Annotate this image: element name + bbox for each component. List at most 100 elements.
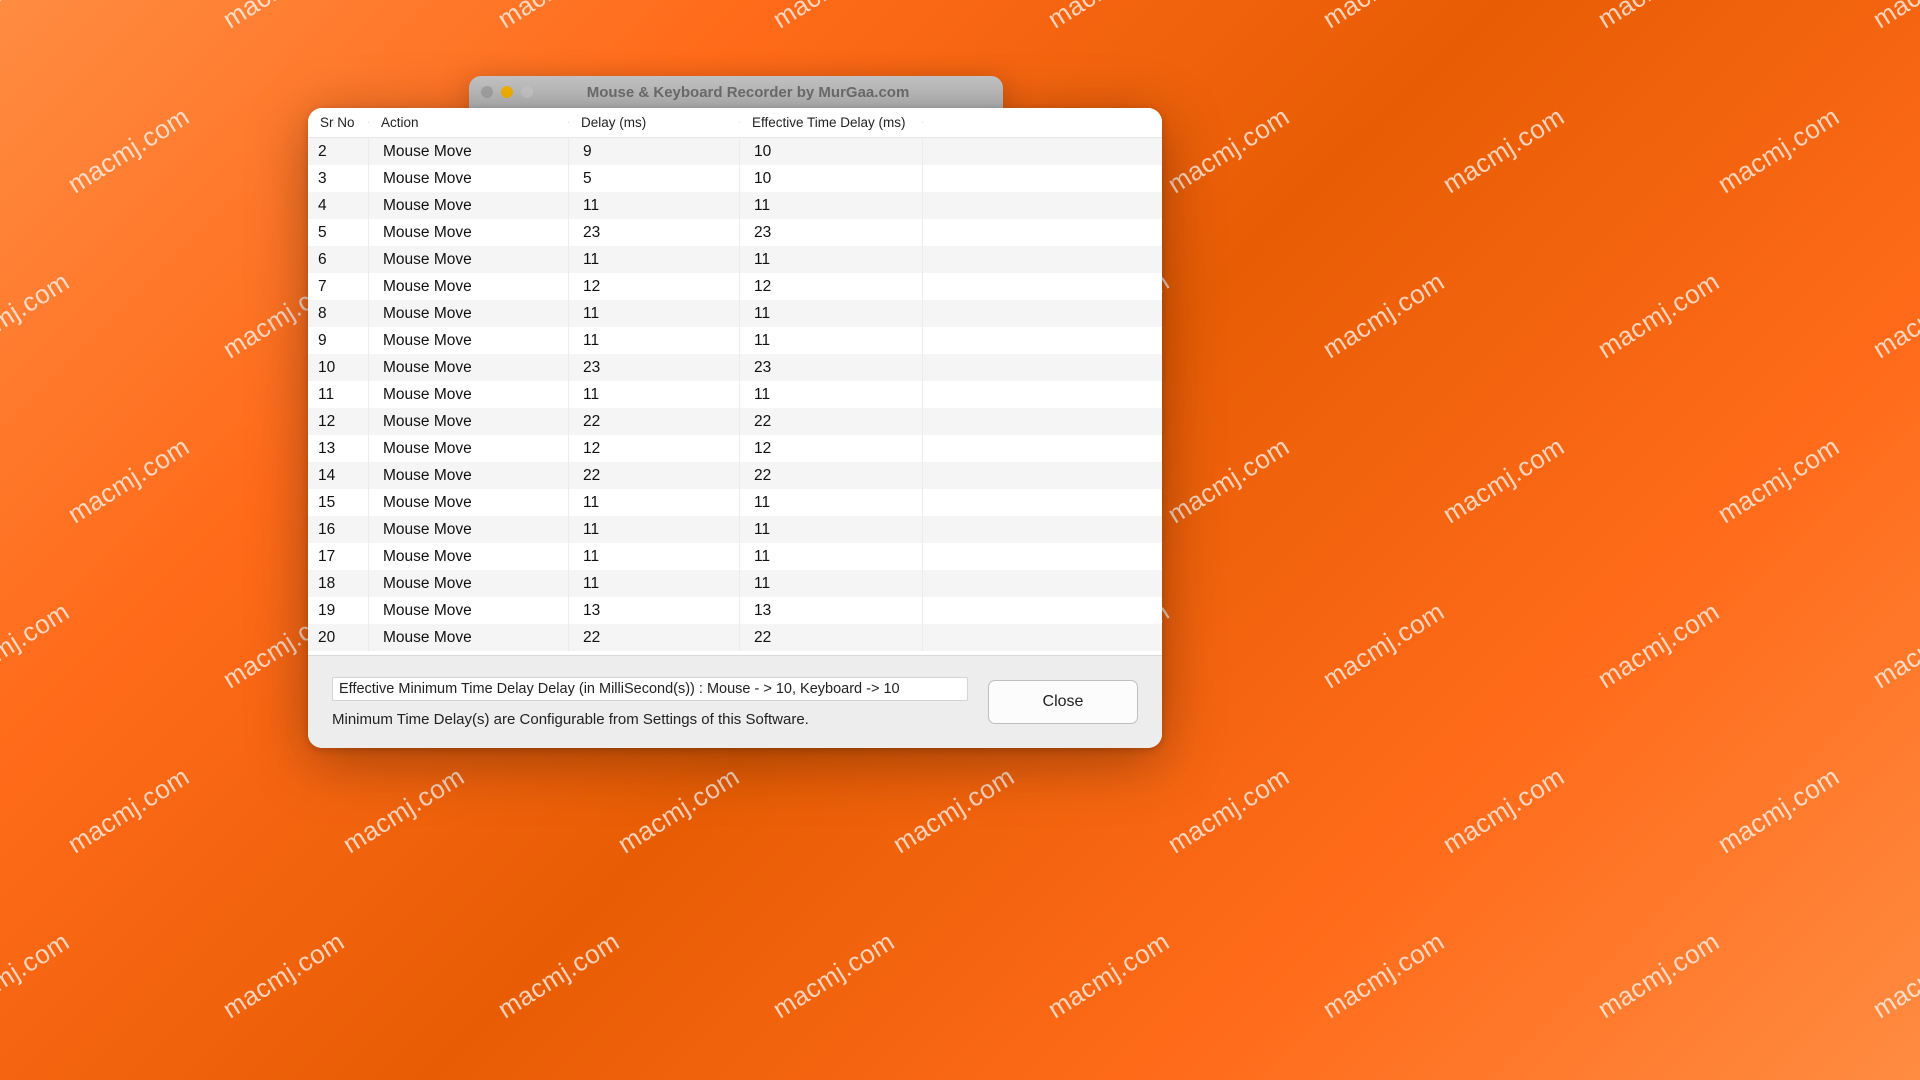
watermark-text: macmj.com (62, 431, 195, 530)
maximize-window-icon[interactable] (521, 86, 533, 98)
cell-delay: 23 (569, 219, 740, 246)
watermark-text: macmj.com (1317, 596, 1450, 695)
cell-srno: 9 (308, 327, 369, 354)
cell-action: Mouse Move (369, 570, 569, 597)
cell-empty (923, 246, 1162, 273)
table-row[interactable]: 10Mouse Move2323 (308, 354, 1162, 381)
watermark-text: macmj.com (1162, 761, 1295, 860)
watermark-text: macmj.com (1592, 266, 1725, 365)
watermark-text: macmj.com (1592, 0, 1725, 35)
cell-empty (923, 327, 1162, 354)
table-row[interactable]: 13Mouse Move1212 (308, 435, 1162, 462)
cell-action: Mouse Move (369, 300, 569, 327)
cell-action: Mouse Move (369, 138, 569, 165)
cell-effective-delay: 10 (740, 165, 923, 192)
cell-effective-delay: 22 (740, 624, 923, 651)
watermark-text: macmj.com (1042, 926, 1175, 1025)
table-row[interactable]: 8Mouse Move1111 (308, 300, 1162, 327)
column-header-delay[interactable]: Delay (ms) (569, 115, 740, 130)
cell-empty (923, 435, 1162, 462)
cell-effective-delay: 11 (740, 516, 923, 543)
table-row[interactable]: 3Mouse Move510 (308, 165, 1162, 192)
cell-action: Mouse Move (369, 462, 569, 489)
close-button[interactable]: Close (988, 680, 1138, 724)
cell-action: Mouse Move (369, 516, 569, 543)
column-header-action[interactable]: Action (369, 115, 569, 130)
cell-effective-delay: 11 (740, 543, 923, 570)
table-row[interactable]: 5Mouse Move2323 (308, 219, 1162, 246)
table-row[interactable]: 17Mouse Move1111 (308, 543, 1162, 570)
watermark-text: macmj.com (337, 761, 470, 860)
watermark-text: macmj.com (492, 0, 625, 35)
table-row[interactable]: 15Mouse Move1111 (308, 489, 1162, 516)
cell-delay: 11 (569, 489, 740, 516)
minimize-window-icon[interactable] (501, 86, 513, 98)
cell-srno: 13 (308, 435, 369, 462)
watermark-text: macmj.com (0, 266, 75, 365)
table-row[interactable]: 7Mouse Move1212 (308, 273, 1162, 300)
cell-empty (923, 516, 1162, 543)
column-header-srno[interactable]: Sr No (308, 115, 369, 130)
table-row[interactable]: 4Mouse Move1111 (308, 192, 1162, 219)
cell-srno: 12 (308, 408, 369, 435)
cell-empty (923, 543, 1162, 570)
table-row[interactable]: 20Mouse Move2222 (308, 624, 1162, 651)
watermark-text: macmj.com (1592, 596, 1725, 695)
cell-action: Mouse Move (369, 192, 569, 219)
cell-srno: 14 (308, 462, 369, 489)
cell-srno: 8 (308, 300, 369, 327)
table-row[interactable]: 16Mouse Move1111 (308, 516, 1162, 543)
cell-empty (923, 570, 1162, 597)
close-window-icon[interactable] (481, 86, 493, 98)
table-row[interactable]: 6Mouse Move1111 (308, 246, 1162, 273)
cell-delay: 22 (569, 624, 740, 651)
watermark-text: macmj.com (1712, 431, 1845, 530)
watermark-text: macmj.com (0, 0, 75, 35)
status-readout: Effective Minimum Time Delay Delay (in M… (332, 677, 968, 701)
cell-effective-delay: 11 (740, 246, 923, 273)
cell-effective-delay: 13 (740, 597, 923, 624)
cell-empty (923, 489, 1162, 516)
column-header-effective[interactable]: Effective Time Delay (ms) (740, 115, 923, 130)
recorded-actions-table: Sr No Action Delay (ms) Effective Time D… (308, 108, 1162, 655)
cell-effective-delay: 11 (740, 192, 923, 219)
cell-empty (923, 219, 1162, 246)
cell-delay: 12 (569, 435, 740, 462)
watermark-text: macmj.com (1867, 926, 1920, 1025)
watermark-text: macmj.com (767, 0, 900, 35)
watermark-text: macmj.com (1162, 101, 1295, 200)
table-row[interactable]: 9Mouse Move1111 (308, 327, 1162, 354)
cell-srno: 16 (308, 516, 369, 543)
cell-empty (923, 462, 1162, 489)
watermark-text: macmj.com (1437, 101, 1570, 200)
cell-delay: 11 (569, 381, 740, 408)
watermark-text: macmj.com (1712, 761, 1845, 860)
table-row[interactable]: 2Mouse Move910 (308, 138, 1162, 165)
cell-delay: 11 (569, 246, 740, 273)
cell-empty (923, 192, 1162, 219)
cell-action: Mouse Move (369, 624, 569, 651)
watermark-text: macmj.com (1317, 926, 1450, 1025)
table-row[interactable]: 19Mouse Move1313 (308, 597, 1162, 624)
table-row[interactable]: 18Mouse Move1111 (308, 570, 1162, 597)
cell-effective-delay: 23 (740, 219, 923, 246)
cell-srno: 15 (308, 489, 369, 516)
cell-action: Mouse Move (369, 219, 569, 246)
cell-effective-delay: 22 (740, 462, 923, 489)
watermark-text: macmj.com (1867, 596, 1920, 695)
cell-srno: 18 (308, 570, 369, 597)
cell-srno: 11 (308, 381, 369, 408)
table-row[interactable]: 11Mouse Move1111 (308, 381, 1162, 408)
table-row[interactable]: 14Mouse Move2222 (308, 462, 1162, 489)
watermark-text: macmj.com (0, 596, 75, 695)
cell-action: Mouse Move (369, 273, 569, 300)
cell-srno: 10 (308, 354, 369, 381)
watermark-text: macmj.com (767, 926, 900, 1025)
watermark-text: macmj.com (887, 761, 1020, 860)
cell-action: Mouse Move (369, 435, 569, 462)
watermark-text: macmj.com (0, 926, 75, 1025)
watermark-text: macmj.com (217, 0, 350, 35)
table-row[interactable]: 12Mouse Move2222 (308, 408, 1162, 435)
table-header-row: Sr No Action Delay (ms) Effective Time D… (308, 108, 1162, 138)
cell-effective-delay: 12 (740, 273, 923, 300)
